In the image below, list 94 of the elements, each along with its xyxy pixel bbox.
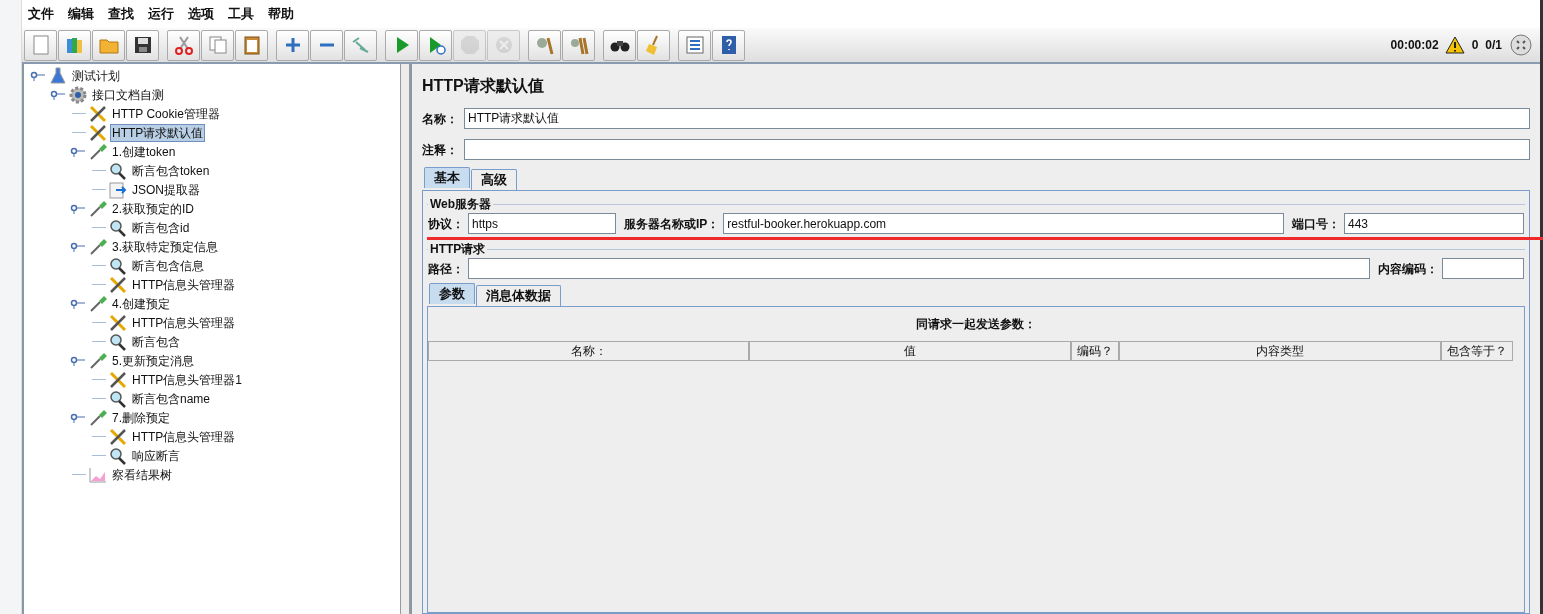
- tree-handle-icon[interactable]: [70, 241, 86, 252]
- column-header[interactable]: 包含等于？: [1441, 341, 1513, 361]
- column-header[interactable]: 值: [749, 341, 1071, 361]
- tree-item[interactable]: 断言包含id: [130, 218, 192, 237]
- tree-item[interactable]: HTTP信息头管理器: [130, 275, 238, 294]
- tree-item[interactable]: 3.获取特定预定信息: [110, 237, 220, 256]
- warning-icon: [1444, 36, 1465, 54]
- column-header[interactable]: 名称：: [428, 341, 749, 361]
- input-field[interactable]: 443: [1344, 213, 1524, 234]
- tree-handle-icon[interactable]: [70, 355, 86, 366]
- tree-item[interactable]: 断言包含: [130, 332, 182, 351]
- menu-item[interactable]: 工具: [228, 4, 254, 24]
- tree-item[interactable]: JSON提取器: [130, 180, 202, 199]
- list-icon: [683, 34, 706, 56]
- status-indicator-icon: [1510, 34, 1532, 56]
- tree-item[interactable]: 断言包含token: [130, 161, 212, 180]
- toolbar-button[interactable]: [712, 29, 745, 61]
- input-field[interactable]: https: [468, 213, 616, 234]
- thread-count: 0/1: [1485, 37, 1502, 54]
- tab[interactable]: 高级: [471, 169, 517, 190]
- tree-item[interactable]: HTTP Cookie管理器: [110, 104, 222, 123]
- tree-item[interactable]: 响应断言: [130, 446, 182, 465]
- tree-item[interactable]: HTTP请求默认值: [110, 123, 206, 142]
- field-label: 端口号：: [1292, 215, 1340, 233]
- splitter[interactable]: [400, 64, 410, 614]
- input-field[interactable]: HTTP请求默认值: [464, 108, 1530, 129]
- tree-item[interactable]: 4.创建预定: [110, 294, 172, 313]
- tree-item[interactable]: 2.获取预定的ID: [110, 199, 196, 218]
- tree-handle-icon[interactable]: [30, 70, 46, 81]
- field-label: 注释：: [422, 141, 458, 159]
- pipette-icon: [88, 142, 108, 161]
- tree-item[interactable]: 察看结果树: [110, 465, 174, 484]
- tab[interactable]: 消息体数据: [476, 285, 561, 306]
- tree-item[interactable]: 7.删除预定: [110, 408, 172, 427]
- tree-handle-icon[interactable]: [70, 412, 86, 423]
- menu-item[interactable]: 帮助: [268, 4, 294, 24]
- field-label: 服务器名称或IP：: [624, 215, 720, 233]
- column-header[interactable]: 内容类型: [1119, 341, 1441, 361]
- tree-handle-icon[interactable]: [70, 298, 86, 309]
- magnifier-icon: [108, 161, 128, 180]
- tree-item[interactable]: 断言包含name: [130, 389, 213, 408]
- pipette-icon: [88, 351, 108, 370]
- menu-item[interactable]: 编辑: [68, 4, 94, 24]
- pipette-icon: [88, 294, 108, 313]
- section-legend: Web服务器: [428, 195, 494, 213]
- flask-icon: [48, 66, 68, 85]
- tree-item[interactable]: 断言包含信息: [130, 256, 206, 275]
- section-legend: HTTP请求: [428, 240, 488, 258]
- magnifier-icon: [108, 256, 128, 275]
- tree-item[interactable]: HTTP信息头管理器1: [130, 370, 244, 389]
- page-arrow-icon: [108, 180, 128, 199]
- field-label: 内容编码：: [1378, 260, 1438, 278]
- elapsed-time: 00:00:02: [1390, 37, 1439, 54]
- toolbar-button[interactable]: [603, 29, 636, 61]
- column-header[interactable]: 编码？: [1071, 341, 1119, 361]
- tree-handle-icon[interactable]: [70, 203, 86, 214]
- toolbar-button[interactable]: [126, 29, 159, 61]
- tree-item[interactable]: 接口文档自测: [90, 85, 166, 104]
- field-label: 名称：: [422, 110, 458, 128]
- tree-item[interactable]: 5.更新预定消息: [110, 351, 196, 370]
- tree-item[interactable]: 测试计划: [70, 66, 122, 85]
- menu-item[interactable]: 查找: [108, 4, 134, 24]
- copy-icon: [206, 34, 229, 56]
- magnifier-icon: [108, 446, 128, 465]
- magnifier-icon: [108, 332, 128, 351]
- warning-count: 0: [1471, 37, 1479, 54]
- menu-item[interactable]: 运行: [148, 4, 174, 24]
- tree-item[interactable]: HTTP信息头管理器: [130, 427, 238, 446]
- tab[interactable]: 参数: [429, 283, 475, 304]
- tab[interactable]: 基本: [424, 167, 470, 188]
- magnifier-icon: [108, 218, 128, 237]
- tree-handle-icon[interactable]: [50, 89, 66, 100]
- minus-icon: [318, 43, 335, 47]
- input-field[interactable]: restful-booker.herokuapp.com: [723, 213, 1284, 234]
- stop-sign-icon: [458, 34, 481, 56]
- field-label: 协议：: [428, 215, 464, 233]
- table-caption: 同请求一起发送参数：: [915, 316, 1037, 333]
- tree-item[interactable]: 1.创建token: [110, 142, 178, 161]
- tree-item[interactable]: HTTP信息头管理器: [130, 313, 238, 332]
- input-field[interactable]: [1442, 258, 1524, 279]
- gear-icon: [68, 85, 88, 104]
- input-field[interactable]: [464, 139, 1530, 160]
- menu-item[interactable]: 选项: [188, 4, 214, 24]
- magnifier-icon: [108, 389, 128, 408]
- scissors-icon: [172, 34, 195, 56]
- panel-title: HTTP请求默认值: [422, 76, 545, 96]
- menu-item[interactable]: 文件: [28, 4, 54, 24]
- pipette-icon: [88, 408, 108, 427]
- field-label: 路径：: [428, 260, 464, 278]
- tree-handle-icon[interactable]: [70, 146, 86, 157]
- input-field[interactable]: [468, 258, 1370, 279]
- pipette-icon: [88, 237, 108, 256]
- chart-icon: [88, 465, 108, 484]
- pipette-icon: [88, 199, 108, 218]
